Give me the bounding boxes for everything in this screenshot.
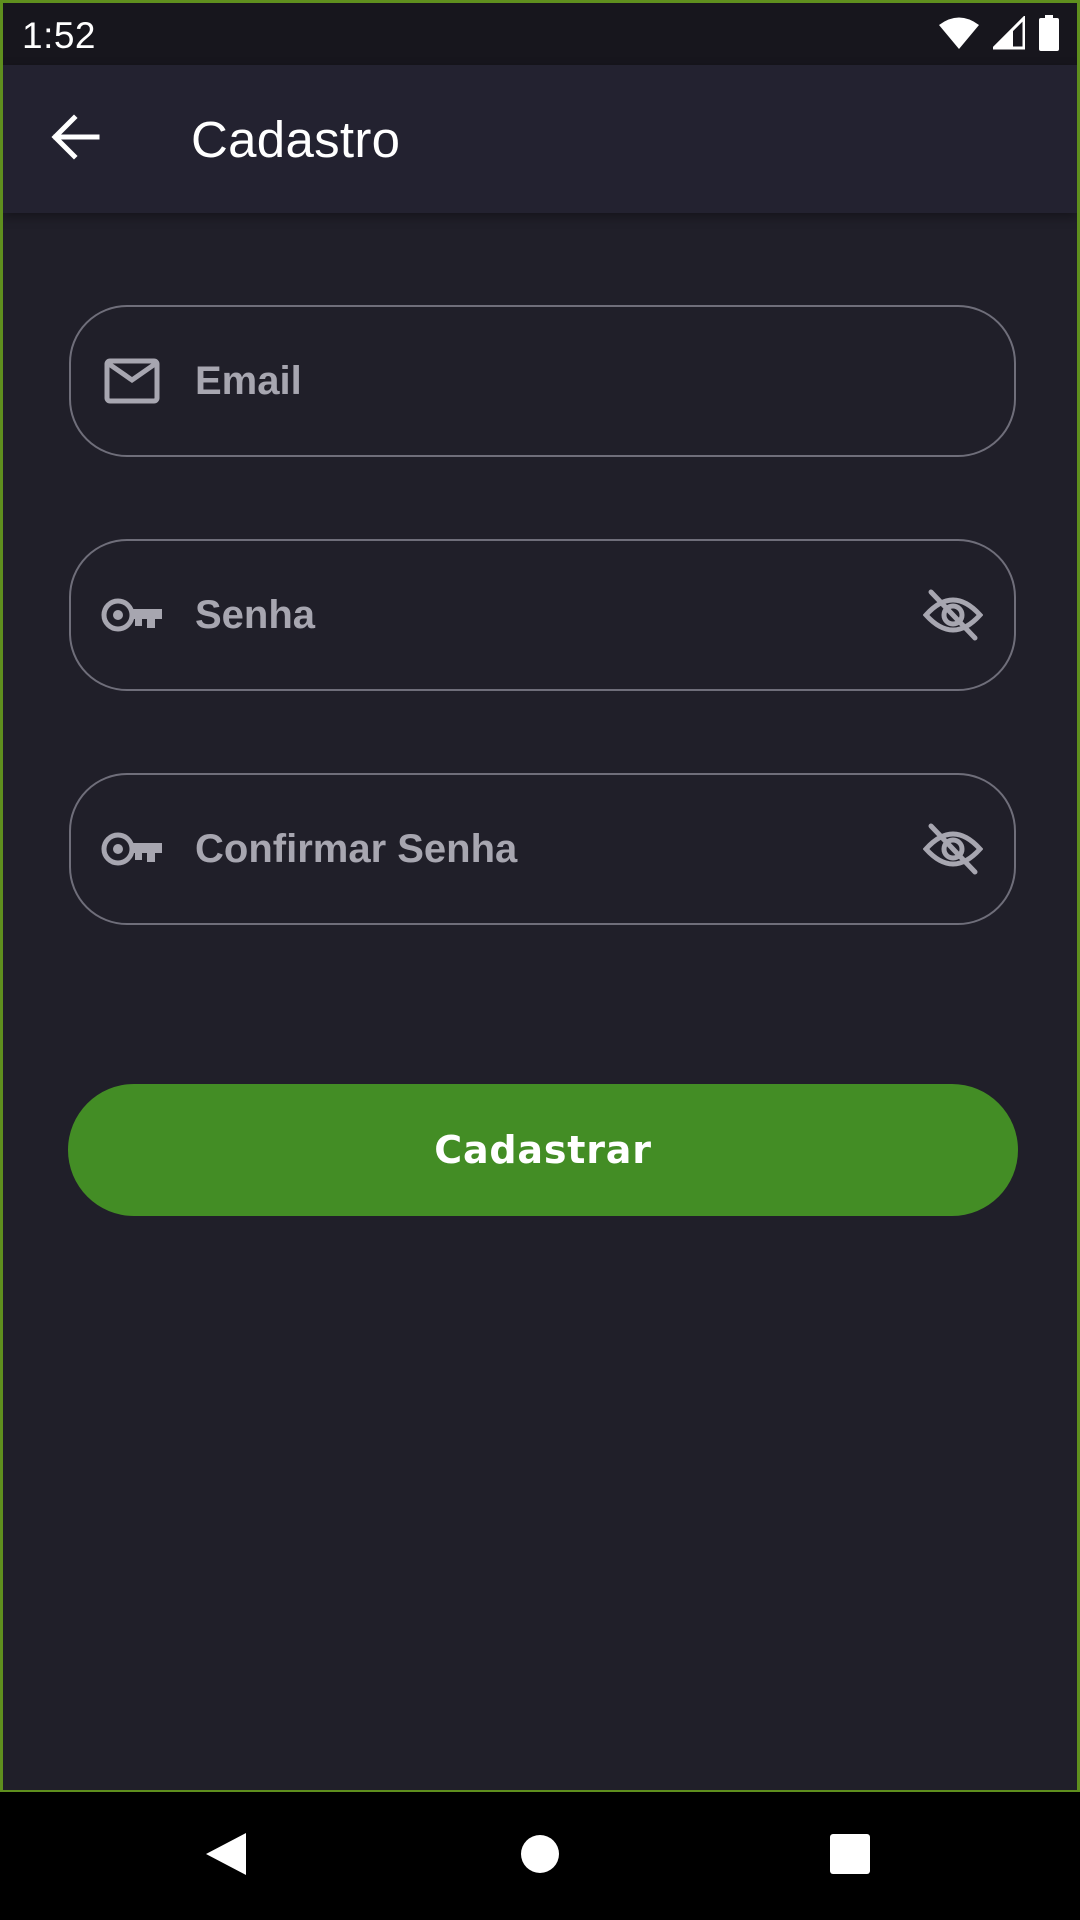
password-field[interactable] — [69, 539, 1016, 691]
confirm-password-field[interactable] — [69, 773, 1016, 925]
password-input[interactable] — [195, 541, 895, 689]
status-bar: 1:52 — [3, 3, 1077, 65]
confirm-password-input[interactable] — [195, 775, 895, 923]
status-time: 1:52 — [22, 15, 97, 56]
submit-button[interactable]: Cadastrar — [68, 1084, 1018, 1216]
nav-home-button[interactable] — [500, 1816, 580, 1896]
nav-back-button[interactable] — [186, 1816, 266, 1896]
nav-back-icon — [204, 1831, 248, 1882]
nav-recents-button[interactable] — [810, 1816, 890, 1896]
wifi-icon — [939, 16, 979, 55]
email-field[interactable] — [69, 305, 1016, 457]
system-nav-bar — [0, 1792, 1080, 1920]
key-icon — [99, 816, 165, 882]
page-title: Cadastro — [191, 111, 401, 168]
nav-home-icon — [520, 1834, 560, 1879]
visibility-off-icon[interactable] — [920, 582, 986, 648]
email-input[interactable] — [195, 307, 895, 455]
nav-recents-icon — [830, 1833, 870, 1879]
visibility-off-icon[interactable] — [920, 816, 986, 882]
battery-icon — [1039, 14, 1059, 56]
key-icon — [99, 582, 165, 648]
cell-signal-icon — [990, 13, 1026, 55]
back-button[interactable] — [39, 103, 111, 175]
app-screen: 1:52 Cadastro Email Cadastrar — [0, 0, 1080, 1792]
mail-icon — [99, 348, 165, 414]
arrow-back-icon — [50, 113, 100, 165]
app-bar: Cadastro — [3, 65, 1077, 213]
status-icons — [939, 13, 1059, 56]
